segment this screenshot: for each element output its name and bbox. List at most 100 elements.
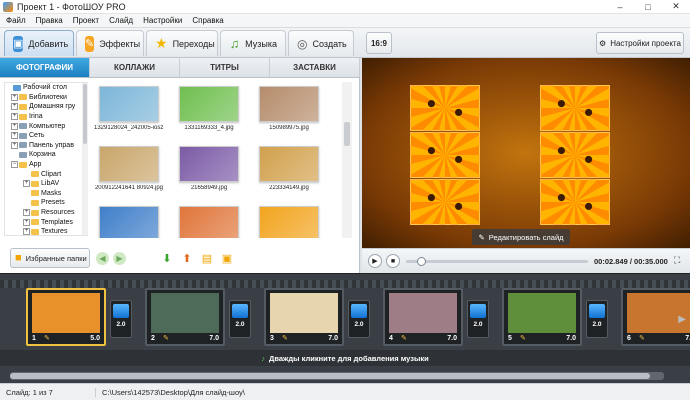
timeline-scrollbar[interactable] xyxy=(10,372,664,380)
preview-tile xyxy=(410,132,480,178)
tab-transitions[interactable]: ★ Переходы xyxy=(146,30,218,56)
chevron-right-icon[interactable]: ▶ xyxy=(678,314,686,325)
tab-effects[interactable]: ✎ Эффекты xyxy=(76,30,144,56)
thumbnail-image xyxy=(99,206,159,238)
menu-bar: Файл Правка Проект Слайд Настройки Справ… xyxy=(0,14,690,28)
tree-item[interactable]: Presets xyxy=(5,198,87,208)
tab-add[interactable]: ▣ Добавить xyxy=(4,30,74,56)
menu-edit[interactable]: Правка xyxy=(36,16,63,25)
subtab-intros[interactable]: ЗАСТАВКИ xyxy=(270,58,360,77)
edit-pencil-icon[interactable]: ✎ xyxy=(639,334,645,342)
photo-thumbnail[interactable]: 150989975.jpg xyxy=(254,86,324,131)
menu-slide[interactable]: Слайд xyxy=(109,16,133,25)
thumbnail-scrollbar[interactable] xyxy=(342,82,352,238)
tree-item[interactable]: + Templates xyxy=(5,217,87,227)
tree-expander[interactable]: + xyxy=(11,93,18,101)
transition-icon xyxy=(470,304,486,318)
favorite-folders-button[interactable]: ■ Избранные папки xyxy=(10,248,90,268)
subtab-titles[interactable]: ТИТРЫ xyxy=(180,58,270,77)
timeline-slide[interactable]: 2 ✎ 7.0 xyxy=(145,288,225,346)
photo-thumbnail[interactable]: 200912241641 80924.jpg xyxy=(94,146,164,191)
tab-create[interactable]: ◎ Создать xyxy=(288,30,354,56)
edit-pencil-icon[interactable]: ✎ xyxy=(282,334,288,342)
photo-thumbnail[interactable] xyxy=(254,206,324,238)
tree-expander[interactable]: + xyxy=(11,103,18,111)
photo-thumbnail[interactable] xyxy=(94,206,164,238)
transition-block[interactable]: 2.0 xyxy=(586,300,608,338)
tree-item[interactable]: + Библиотеки xyxy=(5,93,87,103)
stop-button[interactable]: ■ xyxy=(386,254,400,268)
timeline-slide[interactable]: 3 ✎ 7.0 xyxy=(264,288,344,346)
transition-block[interactable]: 2.0 xyxy=(229,300,251,338)
tree-item[interactable]: + Irina xyxy=(5,112,87,122)
transition-block[interactable]: 2.0 xyxy=(110,300,132,338)
folder-tree-scrollbar[interactable] xyxy=(82,83,88,235)
tab-music[interactable]: ♫ Музыка xyxy=(220,30,286,56)
slide-preview[interactable]: ✎ Редактировать слайд xyxy=(362,58,690,248)
tree-item[interactable]: + Домашняя гру xyxy=(5,102,87,112)
timeline-slide[interactable]: 5 ✎ 7.0 xyxy=(502,288,582,346)
folder-icon[interactable]: ▣ xyxy=(220,251,234,265)
edit-pencil-icon[interactable]: ✎ xyxy=(44,334,50,342)
tree-expander[interactable]: + xyxy=(11,141,18,149)
close-button[interactable]: ✕ xyxy=(662,0,690,14)
tree-expander[interactable]: + xyxy=(11,132,18,140)
tree-item[interactable]: Рабочий стол xyxy=(5,83,87,93)
seek-slider[interactable] xyxy=(406,257,588,266)
add-folder-icon[interactable]: ▤ xyxy=(200,251,214,265)
menu-file[interactable]: Файл xyxy=(6,16,26,25)
edit-slide-button[interactable]: ✎ Редактировать слайд xyxy=(472,229,570,245)
tree-item[interactable]: + Панель управ xyxy=(5,141,87,151)
fullscreen-icon[interactable]: ⛶ xyxy=(674,255,686,267)
aspect-ratio-button[interactable]: 16:9 xyxy=(366,32,392,54)
tree-item[interactable]: + Textures xyxy=(5,227,87,235)
photo-thumbnail[interactable]: 1331169333_4.jpg xyxy=(174,86,244,131)
tree-item[interactable]: Корзина xyxy=(5,150,87,160)
tree-item[interactable]: + Resources xyxy=(5,208,87,218)
tree-item-label: Masks xyxy=(41,189,62,197)
tree-expander[interactable]: + xyxy=(23,180,30,188)
project-settings-button[interactable]: ⚙ Настройки проекта xyxy=(596,32,684,54)
forward-button[interactable]: ▶ xyxy=(113,252,126,265)
seek-handle[interactable] xyxy=(416,257,426,266)
tree-item[interactable]: Clipart xyxy=(5,169,87,179)
tree-expander[interactable]: + xyxy=(23,218,30,226)
settings-icon: ⚙ xyxy=(599,38,607,48)
play-button[interactable]: ▶ xyxy=(368,254,382,268)
menu-help[interactable]: Справка xyxy=(192,16,223,25)
menu-project[interactable]: Проект xyxy=(73,16,99,25)
tree-item[interactable]: + Компьютер xyxy=(5,121,87,131)
menu-settings[interactable]: Настройки xyxy=(143,16,182,25)
music-track[interactable]: ♪ Дважды кликните для добавления музыки xyxy=(0,350,690,366)
timeline-slide[interactable]: 1 ✎ 5.0 xyxy=(26,288,106,346)
tree-expander[interactable]: + xyxy=(23,209,30,217)
thumbnail-image xyxy=(259,206,319,238)
photo-thumbnail[interactable]: 223334149.jpg xyxy=(254,146,324,191)
tree-item[interactable]: − App xyxy=(5,160,87,170)
tree-expander[interactable]: + xyxy=(11,122,18,130)
transition-block[interactable]: 2.0 xyxy=(467,300,489,338)
tree-expander[interactable]: + xyxy=(23,228,30,235)
edit-pencil-icon[interactable]: ✎ xyxy=(520,334,526,342)
slide-number: 6 xyxy=(627,335,631,342)
back-button[interactable]: ◀ xyxy=(96,252,109,265)
edit-pencil-icon[interactable]: ✎ xyxy=(401,334,407,342)
timeline-slide[interactable]: 4 ✎ 7.0 xyxy=(383,288,463,346)
tree-item[interactable]: Masks xyxy=(5,189,87,199)
photo-thumbnail[interactable]: 1329128024_242005-iosz... xyxy=(94,86,164,131)
photo-thumbnail[interactable] xyxy=(174,206,244,238)
photo-thumbnail[interactable]: 21658949.jpg xyxy=(174,146,244,191)
up-folder-icon[interactable]: ⬆ xyxy=(180,251,194,265)
transition-block[interactable]: 2.0 xyxy=(348,300,370,338)
subtab-collages[interactable]: КОЛЛАЖИ xyxy=(90,58,180,77)
tree-item[interactable]: + LibAV xyxy=(5,179,87,189)
subtab-photos[interactable]: ФОТОГРАФИИ xyxy=(0,58,90,77)
minimize-button[interactable]: – xyxy=(606,0,634,14)
tree-expander[interactable]: + xyxy=(11,113,18,121)
add-down-icon[interactable]: ⬇ xyxy=(160,251,174,265)
tree-expander[interactable]: − xyxy=(11,161,18,169)
tree-item[interactable]: + Сеть xyxy=(5,131,87,141)
tree-item-label: Resources xyxy=(41,209,75,217)
edit-pencil-icon[interactable]: ✎ xyxy=(163,334,169,342)
maximize-button[interactable]: □ xyxy=(634,0,662,14)
